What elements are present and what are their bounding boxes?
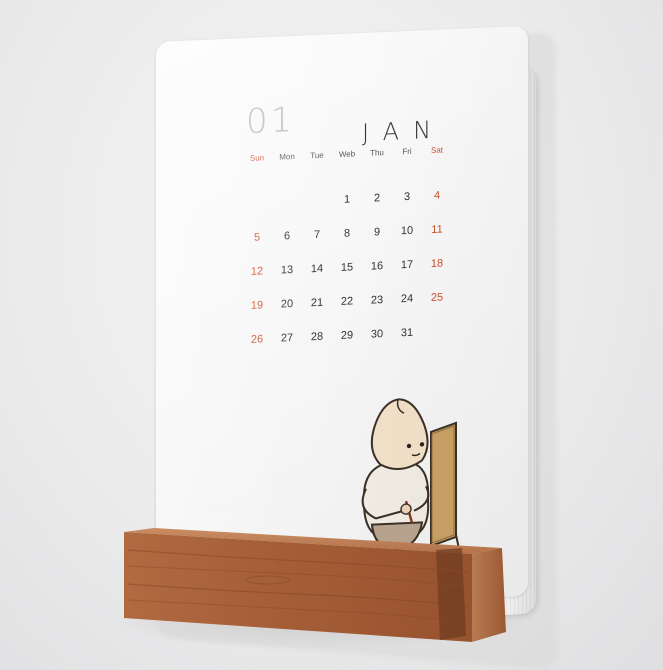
weekday-label: Tue: [302, 150, 332, 160]
calendar-day: 12: [242, 265, 272, 278]
calendar-day: 21: [302, 296, 332, 309]
weekday-label: Web: [332, 149, 362, 159]
calendar-day: 2: [362, 192, 392, 205]
calendar-day: 9: [362, 226, 392, 239]
weekday-label: Thu: [362, 148, 392, 158]
calendar-day: 23: [362, 294, 392, 307]
calendar-day: 18: [422, 257, 452, 270]
day-grid: 1 2 3 4 5 6 7 8 9 10 11 12 13 14 15 16 17 18 19 20 21 22 23 24 2…: [156, 26, 528, 42]
weekday-label: Mon: [272, 152, 302, 162]
calendar-day: 29: [332, 329, 362, 342]
month-name: JAN: [362, 115, 445, 147]
calendar-day: 22: [332, 295, 362, 308]
weekday-label: Fri: [392, 146, 422, 156]
calendar-day: 17: [392, 258, 422, 271]
mochi-character-icon: [326, 348, 486, 555]
weekday-header: Sun Mon Tue Web Thu Fri Sat: [156, 26, 528, 42]
calendar-day: 20: [272, 298, 302, 311]
calendar-day: 10: [392, 224, 422, 237]
calendar-day: 8: [332, 227, 362, 240]
card-watermark: · · ·: [214, 507, 230, 515]
calendar-day: 3: [392, 190, 422, 203]
calendar-day: 11: [422, 223, 452, 236]
weekday-label: Sat: [422, 145, 452, 155]
calendar-day: 25: [422, 291, 452, 304]
calendar-day: 30: [362, 328, 392, 341]
calendar-day: 16: [362, 260, 392, 273]
calendar-card: 01 JAN Sun Mon Tue Web Thu Fri Sat 1 2 3 4 5 6 7 8 9 10…: [156, 26, 528, 612]
calendar-day: 19: [242, 299, 272, 312]
photo-scene: 01 JAN Sun Mon Tue Web Thu Fri Sat 1 2 3 4 5 6 7 8 9 10…: [0, 0, 663, 670]
calendar-day: 13: [272, 264, 302, 277]
calendar-day: 26: [242, 333, 272, 346]
weekday-label: Sun: [242, 153, 272, 163]
calendar-day: 1: [332, 193, 362, 206]
calendar-day: 4: [422, 189, 452, 202]
calendar-day: 27: [272, 332, 302, 345]
calendar-day: 31: [392, 326, 422, 339]
calendar-day: 15: [332, 261, 362, 274]
calendar-day: 14: [302, 262, 332, 275]
calendar-day: 28: [302, 330, 332, 343]
calendar-day: 6: [272, 230, 302, 243]
calendar-day: 7: [302, 228, 332, 241]
calendar-day: 5: [242, 231, 272, 244]
month-number: 01: [246, 100, 295, 142]
wooden-stand: [118, 528, 510, 646]
calendar-day: 24: [392, 292, 422, 305]
